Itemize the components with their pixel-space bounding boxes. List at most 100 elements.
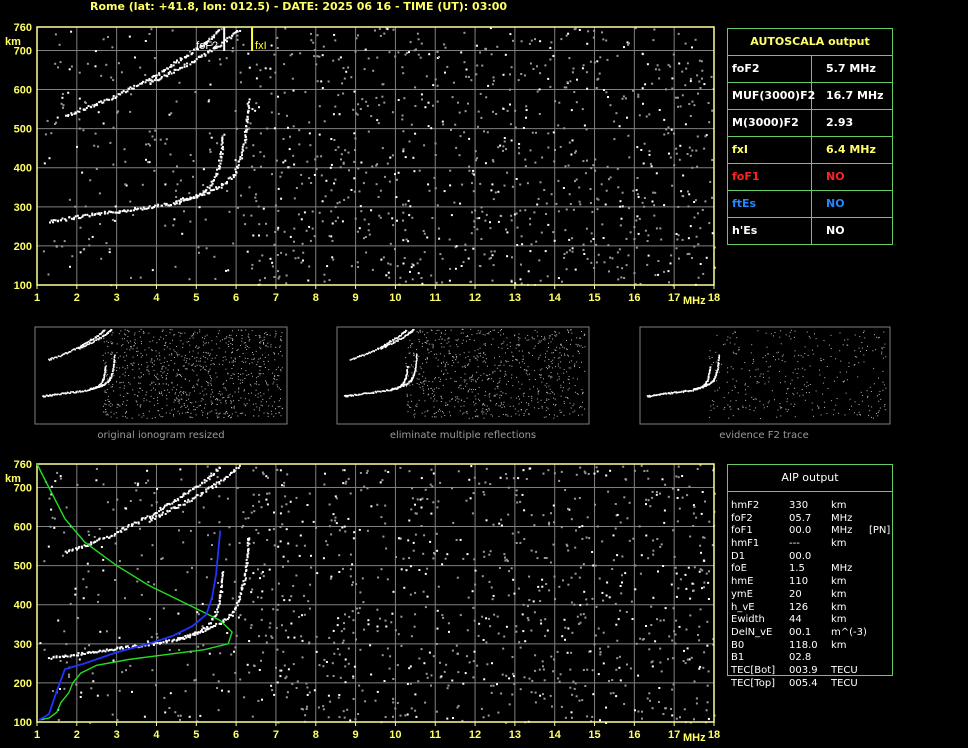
thumb-trace-point xyxy=(79,348,81,350)
thumb-noise-dot xyxy=(550,361,552,362)
noise-dot xyxy=(614,503,617,505)
thumb-noise-dot xyxy=(207,372,209,374)
noise-dot xyxy=(280,171,283,174)
thumb-noise-dot xyxy=(177,374,178,376)
thumb-noise-dot xyxy=(189,358,191,360)
noise-dot xyxy=(647,477,650,480)
noise-dot xyxy=(150,504,153,507)
noise-dot xyxy=(315,526,317,529)
thumb-trace-point xyxy=(48,359,51,361)
noise-dot xyxy=(652,539,655,542)
noise-dot xyxy=(58,43,61,46)
noise-dot xyxy=(252,572,255,575)
noise-dot xyxy=(578,699,581,702)
thumb-noise-dot xyxy=(265,344,267,346)
thumb-noise-dot xyxy=(154,404,155,406)
o-trace-upper-point xyxy=(173,61,176,64)
noise-dot xyxy=(84,647,86,650)
noise-dot xyxy=(383,101,386,104)
noise-dot xyxy=(310,566,313,569)
noise-dot xyxy=(550,41,553,44)
noise-dot xyxy=(621,267,624,270)
noise-dot xyxy=(353,132,356,135)
noise-dot xyxy=(670,583,673,586)
thumb-noise-dot xyxy=(124,333,125,335)
noise-dot xyxy=(253,510,256,513)
thumb-noise-dot xyxy=(227,416,229,417)
x-tick-label: 5 xyxy=(193,292,199,304)
noise-dot xyxy=(404,53,407,56)
noise-dot xyxy=(539,619,542,622)
noise-dot xyxy=(201,625,204,628)
noise-dot xyxy=(477,634,480,637)
noise-dot xyxy=(181,232,184,235)
noise-dot xyxy=(559,145,562,148)
thumb-noise-dot xyxy=(528,351,530,353)
noise-dot xyxy=(236,486,239,489)
thumb-noise-dot xyxy=(209,375,211,377)
thumb-noise-dot xyxy=(184,368,186,370)
o-trace-upper-point xyxy=(208,478,211,481)
noise-dot xyxy=(693,245,696,248)
noise-dot xyxy=(397,51,400,54)
noise-dot xyxy=(409,593,412,596)
noise-dot xyxy=(255,63,258,66)
o-trace-upper-point xyxy=(81,546,84,549)
noise-dot xyxy=(57,719,60,721)
thumb-noise-dot xyxy=(442,411,443,413)
noise-dot xyxy=(607,244,610,247)
noise-dot xyxy=(488,580,491,583)
noise-dot xyxy=(353,190,356,193)
o-trace-point xyxy=(82,214,85,217)
noise-dot xyxy=(529,217,532,220)
x-trace-point xyxy=(247,101,250,104)
thumb-noise-dot xyxy=(238,391,240,393)
noise-dot xyxy=(595,243,598,246)
thumb-noise-dot xyxy=(165,335,167,336)
thumb-noise-dot xyxy=(501,407,503,408)
thumb-noise-dot xyxy=(548,385,550,387)
noise-dot xyxy=(483,493,486,496)
thumb-noise-dot xyxy=(160,336,162,338)
noise-dot xyxy=(476,217,479,220)
noise-dot xyxy=(614,602,617,605)
thumb-trace-point xyxy=(56,356,58,359)
noise-dot xyxy=(613,120,616,123)
o-trace-point xyxy=(116,211,119,214)
noise-dot xyxy=(552,231,555,234)
noise-dot xyxy=(441,120,444,123)
noise-dot xyxy=(299,534,302,537)
noise-dot xyxy=(570,576,573,579)
thumb-noise-dot xyxy=(146,369,148,371)
noise-dot xyxy=(261,471,264,474)
thumb-noise-dot xyxy=(197,352,199,354)
noise-dot xyxy=(494,191,497,194)
noise-dot xyxy=(529,250,532,253)
noise-dot xyxy=(252,493,255,496)
noise-dot xyxy=(592,238,595,240)
o-trace-upper-point xyxy=(135,521,138,524)
noise-dot xyxy=(389,156,392,159)
thumb-noise-dot xyxy=(217,398,218,400)
noise-dot xyxy=(294,257,297,260)
noise-dot xyxy=(333,641,336,644)
o-trace-upper-point xyxy=(159,506,162,509)
noise-dot xyxy=(148,161,151,164)
noise-dot xyxy=(572,680,575,683)
x-tick-label: 16 xyxy=(628,729,640,741)
x-trace-upper-point xyxy=(161,513,164,516)
noise-dot xyxy=(372,69,375,72)
noise-dot xyxy=(310,182,313,184)
noise-dot xyxy=(441,257,444,260)
noise-dot xyxy=(151,544,154,547)
thumb-noise-dot xyxy=(533,338,535,340)
noise-dot xyxy=(429,540,432,543)
noise-dot xyxy=(496,45,499,48)
o-trace-upper-point xyxy=(144,81,147,84)
thumb-noise-dot xyxy=(186,358,188,359)
thumb-noise-dot xyxy=(280,338,282,340)
noise-dot xyxy=(502,73,505,76)
noise-dot xyxy=(549,561,552,564)
noise-dot xyxy=(679,144,682,147)
noise-dot xyxy=(550,512,552,515)
